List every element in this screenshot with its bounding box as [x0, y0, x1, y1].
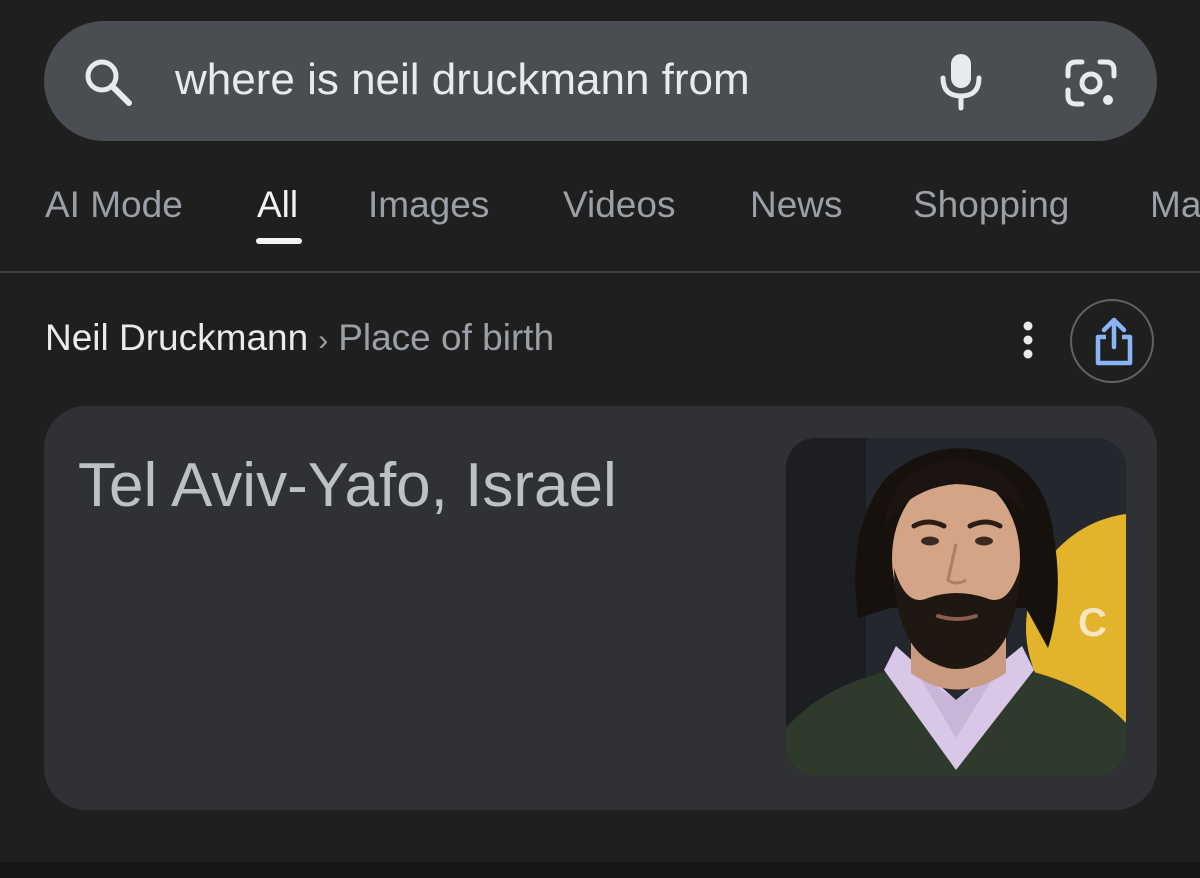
answer-value[interactable]: Tel Aviv-Yafo, Israel	[78, 450, 617, 522]
breadcrumb-separator: ›	[318, 324, 329, 357]
tab-news[interactable]: News	[750, 180, 843, 230]
share-icon	[1095, 317, 1133, 366]
tabs-divider	[0, 271, 1200, 273]
tab-ai-mode[interactable]: AI Mode	[45, 180, 183, 230]
search-icon[interactable]	[80, 54, 136, 110]
tab-shopping[interactable]: Shopping	[913, 180, 1069, 230]
google-lens-icon[interactable]	[1062, 54, 1120, 112]
active-tab-indicator	[256, 238, 302, 244]
search-results-page: where is neil druckmann from AI Mode All…	[0, 0, 1200, 878]
tab-videos[interactable]: Videos	[563, 180, 675, 230]
bottom-edge	[0, 862, 1200, 878]
search-input[interactable]: where is neil druckmann from	[175, 52, 750, 108]
tab-maps[interactable]: Ma	[1150, 180, 1200, 230]
portrait-illustration: C	[786, 438, 1126, 776]
tab-all[interactable]: All	[257, 180, 298, 230]
breadcrumb: Neil Druckmann › Place of birth	[45, 315, 554, 361]
mic-icon[interactable]	[936, 50, 986, 112]
portrait-photo[interactable]: C	[786, 438, 1126, 776]
breadcrumb-attribute: Place of birth	[338, 317, 555, 358]
answer-card: Tel Aviv-Yafo, Israel C	[44, 406, 1157, 810]
share-button[interactable]	[1070, 299, 1154, 383]
more-vert-icon[interactable]	[1012, 318, 1044, 362]
tab-images[interactable]: Images	[368, 180, 489, 230]
breadcrumb-entity[interactable]: Neil Druckmann	[45, 317, 308, 358]
svg-text:C: C	[1078, 601, 1107, 645]
